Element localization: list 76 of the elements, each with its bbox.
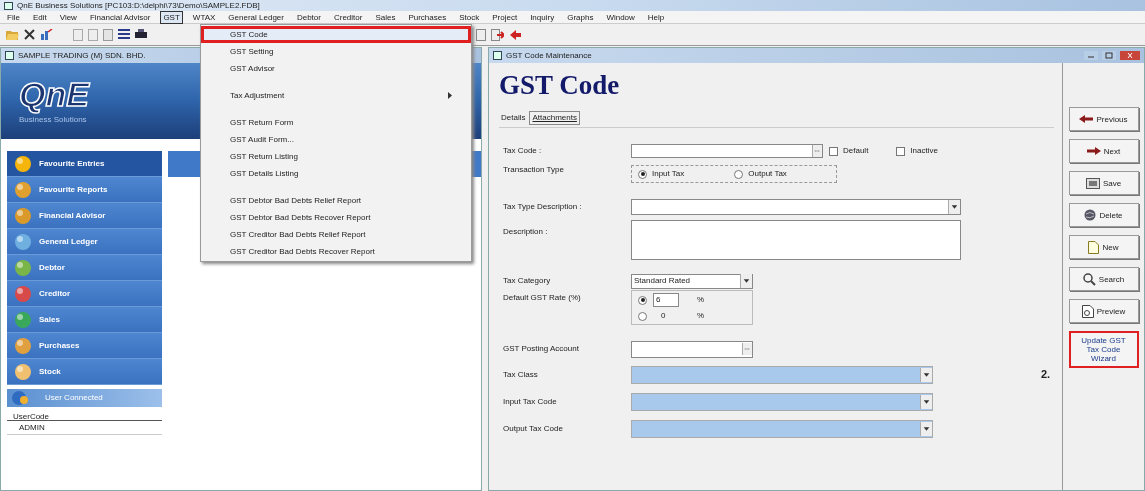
wizard-button[interactable]: Update GST Tax Code Wizard <box>1068 331 1139 368</box>
menu-item[interactable]: Help <box>644 10 668 24</box>
table-cell: ADMIN <box>19 421 45 434</box>
rate-value: 0 <box>660 310 667 322</box>
action-button[interactable]: Next <box>1068 139 1139 163</box>
checkbox-label: Default <box>843 145 869 157</box>
module-item[interactable]: Favourite Entries <box>7 151 162 177</box>
window-title: SAMPLE TRADING (M) SDN. BHD. <box>18 49 146 62</box>
logo: QnE <box>19 76 89 111</box>
action-button[interactable]: Delete <box>1068 203 1139 227</box>
tax-category-dropdown[interactable]: Standard Rated <box>631 273 753 289</box>
field-label: Description : <box>503 226 549 238</box>
menu-item[interactable]: Purchases <box>405 10 450 24</box>
action-button[interactable]: Search <box>1068 267 1139 291</box>
menu-item[interactable]: Sales <box>372 10 399 24</box>
menu-item[interactable]: Financial Advisor <box>86 10 154 24</box>
menu-item[interactable]: Inquiry <box>527 10 558 24</box>
field-label: Tax Class <box>503 369 539 381</box>
menu-item[interactable]: Tax Adjustment <box>201 87 471 104</box>
window-title: GST Code Maintenance <box>506 49 592 62</box>
module-item[interactable]: Sales <box>7 307 162 333</box>
module-item[interactable]: Financial Advisor <box>7 203 162 229</box>
menu-item[interactable]: Creditor <box>330 10 366 24</box>
module-item[interactable]: Favourite Reports <box>7 177 162 203</box>
menu-item[interactable]: WTAX <box>189 10 219 24</box>
field-label: Default GST Rate (%) <box>503 292 582 304</box>
menu-item[interactable]: File <box>4 10 23 24</box>
form-heading: GST Code <box>499 69 620 101</box>
menu-item[interactable]: Window <box>603 10 638 24</box>
menu-item[interactable]: GST Debtor Bad Debts Relief Report <box>201 192 471 209</box>
panel-header: User Connected <box>7 389 162 407</box>
logo-tagline: Business Solutions <box>19 113 87 126</box>
menu-item[interactable]: GST Code <box>201 26 471 43</box>
action-button[interactable]: Previous <box>1068 107 1139 131</box>
field-label: Tax Type Description : <box>503 201 583 213</box>
menu-item[interactable]: GST Details Listing <box>201 165 471 182</box>
radio-label: Input Tax <box>652 168 685 180</box>
menu-item[interactable]: GST Return Form <box>201 114 471 131</box>
column-header: UserCode <box>13 410 49 423</box>
menu-item[interactable]: GST Debtor Bad Debts Recover Report <box>201 209 471 226</box>
tab[interactable]: Attachments <box>529 111 580 125</box>
rate-field[interactable]: 6 <box>653 293 679 307</box>
menu-item[interactable]: General Ledger <box>225 10 287 24</box>
menu-item[interactable]: View <box>56 10 80 24</box>
percent-sign: % <box>697 310 705 322</box>
menu-item[interactable]: Edit <box>29 10 50 24</box>
menu-item[interactable]: GST Creditor Bad Debts Recover Report <box>201 243 471 260</box>
menu-item[interactable]: GST Advisor <box>201 60 471 77</box>
menu-item[interactable]: Project <box>489 10 521 24</box>
field-label: Input Tax Code <box>503 396 558 408</box>
module-item[interactable]: Purchases <box>7 333 162 359</box>
tab[interactable]: Details <box>499 112 528 124</box>
module-item[interactable]: General Ledger <box>7 229 162 255</box>
action-button[interactable]: New <box>1068 235 1139 259</box>
menu-item[interactable]: GST Audit Form... <box>201 131 471 148</box>
checkbox-label: Inactive <box>910 145 938 157</box>
module-item[interactable]: Creditor <box>7 281 162 307</box>
field-label: GST Posting Account <box>503 343 580 355</box>
field-label: Output Tax Code <box>503 423 564 435</box>
module-item[interactable]: Stock <box>7 359 162 385</box>
field-label: Transaction Type <box>503 164 565 176</box>
percent-sign: % <box>697 294 705 306</box>
field-label: Tax Code : <box>503 145 543 157</box>
field-label: Tax Category <box>503 275 552 287</box>
menu-item[interactable]: GST Return Listing <box>201 148 471 165</box>
menu-item[interactable]: Debtor <box>293 10 324 24</box>
radio-label: Output Tax <box>748 168 787 180</box>
menu-item[interactable]: Stock <box>456 10 483 24</box>
menu-item[interactable]: GST Creditor Bad Debts Relief Report <box>201 226 471 243</box>
action-button[interactable]: Preview <box>1068 299 1139 323</box>
module-item[interactable]: Debtor <box>7 255 162 281</box>
window-title: QnE Business Solutions [PC103:D:\delphi\73\Demo\SAMPLE2.FDB] <box>17 1 260 10</box>
step-number: 2. <box>1041 367 1051 382</box>
menu-item[interactable]: Graphs <box>564 10 597 24</box>
menu-item[interactable]: GST Setting <box>201 43 471 60</box>
action-button[interactable]: Save <box>1068 171 1139 195</box>
